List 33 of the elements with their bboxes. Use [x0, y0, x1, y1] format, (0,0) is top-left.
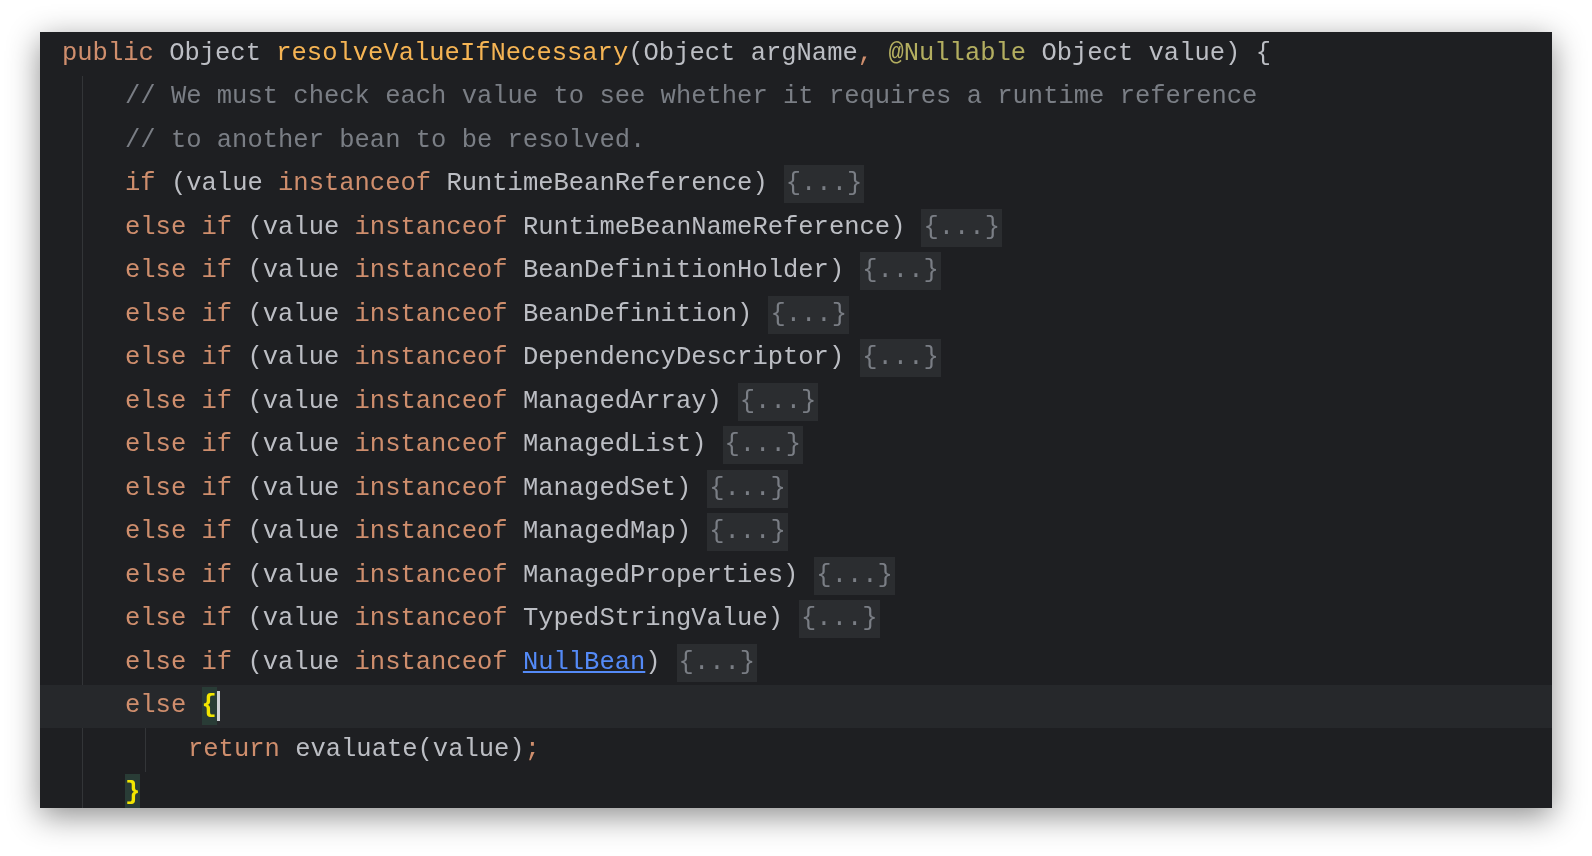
- folded-code-placeholder[interactable]: {...}: [860, 339, 941, 378]
- folded-code-placeholder[interactable]: {...}: [921, 208, 1002, 247]
- code-text: else if (value instanceof ManagedMap): [125, 516, 692, 549]
- code-text: else: [125, 690, 188, 723]
- code-text: else if (value instanceof BeanDefinition): [125, 298, 753, 331]
- code-text: else if (value instanceof RuntimeBeanNameReference): [125, 211, 906, 244]
- matched-brace: }: [125, 774, 141, 808]
- code-text: public Object resolveValueIfNecessary(Object argName, @Nullable Object value) {: [62, 37, 1271, 70]
- folded-code-placeholder[interactable]: {...}: [860, 252, 941, 291]
- code-text: else if (value instanceof ManagedSet): [125, 472, 692, 505]
- folded-code-placeholder[interactable]: {...}: [814, 556, 895, 595]
- folded-code-placeholder[interactable]: {...}: [737, 382, 819, 421]
- code-text: else if (value instanceof BeanDefinitionHolder): [125, 255, 845, 288]
- folded-code-placeholder[interactable]: {...}: [707, 513, 788, 552]
- folded-code-placeholder[interactable]: {...}: [707, 469, 788, 508]
- code-text: else if (value instanceof ManagedArray): [125, 385, 722, 418]
- folded-code-placeholder[interactable]: {...}: [768, 295, 849, 334]
- code-text: ): [645, 646, 661, 679]
- folded-code-placeholder[interactable]: {...}: [676, 643, 758, 682]
- code-text: else if (value instanceof ManagedProperties): [125, 559, 799, 592]
- code-text: return evaluate(value);: [188, 733, 540, 766]
- code-text: else if (value instanceof DependencyDescriptor): [125, 342, 845, 375]
- code-comment: // to another bean to be resolved.: [125, 124, 646, 157]
- code-comment: // We must check each value to see whether it requires a runtime reference: [125, 81, 1258, 114]
- code-text: else if (value instanceof: [125, 646, 509, 679]
- matched-brace: {: [201, 687, 217, 726]
- code-text: else if (value instanceof ManagedList): [125, 429, 707, 462]
- code-link[interactable]: NullBean: [522, 643, 646, 682]
- code-text: if (value instanceof RuntimeBeanReference): [125, 168, 768, 201]
- folded-code-placeholder[interactable]: {...}: [799, 600, 880, 639]
- code-text: else if (value instanceof TypedStringValue): [125, 603, 784, 636]
- folded-code-placeholder[interactable]: {...}: [783, 165, 865, 204]
- folded-code-placeholder[interactable]: {...}: [722, 426, 804, 465]
